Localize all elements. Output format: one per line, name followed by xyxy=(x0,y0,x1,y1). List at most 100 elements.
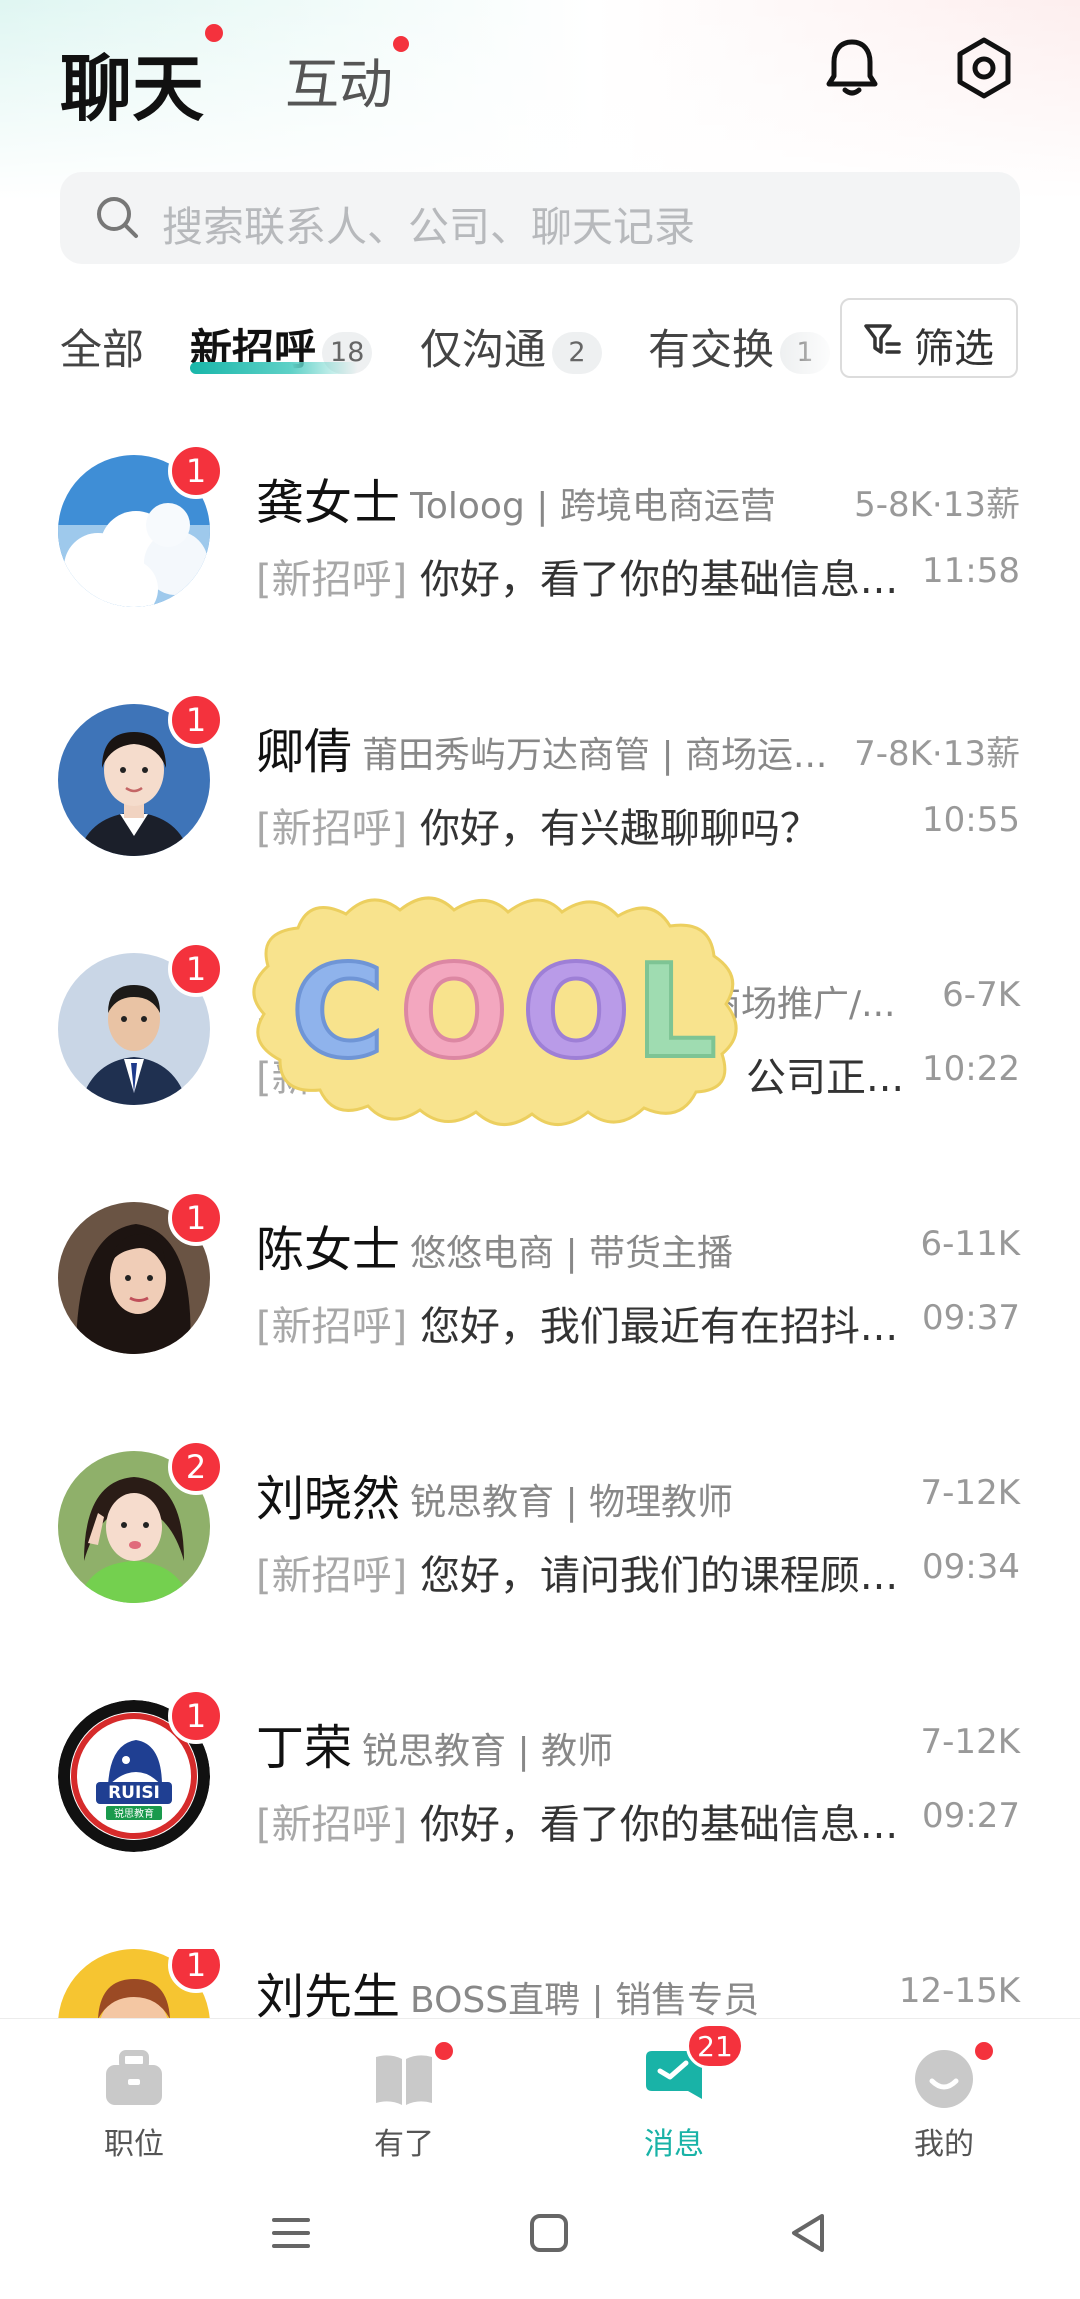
header: 聊天 互动 xyxy=(0,0,1080,150)
nav-dot xyxy=(432,2039,456,2063)
filter-tab-communicated[interactable]: 仅沟通 2 xyxy=(420,316,603,377)
filter-tab-label: 仅沟通 xyxy=(420,325,547,374)
message-tag: [新招呼] xyxy=(256,1553,408,1599)
filter-tab-count: 2 xyxy=(552,331,603,374)
message-time: 09:34 xyxy=(922,1547,1020,1587)
nav-unread-badge: 21 xyxy=(686,2023,744,2069)
search-icon xyxy=(94,194,142,242)
nav-profile[interactable]: 我的 xyxy=(844,2037,1044,2162)
company-title: 锐思教育 | 教师 xyxy=(362,1731,614,1772)
message-tag: [新招呼] xyxy=(256,557,408,603)
company-title: 莆田秀屿万达商管 | 商场运... xyxy=(362,735,828,776)
salary: 6-11K xyxy=(920,1224,1020,1264)
company-title: Toloog | 跨境电商运营 xyxy=(410,486,776,527)
message-text: 你好，看了你的基础信息... xyxy=(419,557,899,603)
profile-icon xyxy=(912,2047,976,2111)
settings-icon[interactable] xyxy=(948,32,1020,104)
last-message: [新招呼] 你好，看了你的基础信息... xyxy=(256,547,906,605)
chat-list-item[interactable]: 1 陈女士 悠悠电商 | 带货主播 6-11K [新招呼] 您好，我们最近有在招… xyxy=(0,1190,1080,1451)
nav-jobs[interactable]: 职位 xyxy=(34,2037,234,2162)
sticker-letter: O xyxy=(400,938,509,1087)
message-text: 您好，我们最近有在招抖... xyxy=(419,1304,899,1350)
bell-icon[interactable] xyxy=(816,32,888,104)
last-message: [新招呼] 你好，有兴趣聊聊吗？ xyxy=(256,796,906,854)
company-title: 悠悠电商 | 带货主播 xyxy=(410,1233,734,1274)
tab-chat[interactable]: 聊天 xyxy=(60,30,204,135)
filter-button-label: 筛选 xyxy=(914,326,994,372)
unread-badge: 1 xyxy=(168,1190,224,1246)
chat-list-item[interactable]: 1 刘先生 BOSS直聘 | 销售专员 12-15K xyxy=(0,1949,1080,2018)
filter-tab-label: 有交换 xyxy=(648,325,775,374)
message-tag: [新招呼] xyxy=(256,1304,408,1350)
message-text: 您好，请问我们的课程顾... xyxy=(419,1553,899,1599)
nav-label: 消息 xyxy=(644,2127,704,2162)
contact-name: 刘晓然 xyxy=(256,1471,401,1527)
cool-sticker: C O O L xyxy=(240,880,760,1140)
home-icon[interactable] xyxy=(526,2210,572,2256)
logo-subtext: 锐思教育 xyxy=(114,1807,154,1820)
company-title: 锐思教育 | 物理教师 xyxy=(410,1482,734,1523)
filter-button[interactable]: 筛选 xyxy=(840,298,1018,378)
message-text: 公司正... xyxy=(746,1055,905,1101)
last-message: [新招呼] 您好，我们最近有在招抖... xyxy=(256,1294,906,1352)
message-time: 10:55 xyxy=(922,800,1020,840)
filter-tab-label: 全部 xyxy=(60,325,145,374)
nav-messages[interactable]: 21 消息 xyxy=(574,2023,774,2162)
nav-label: 有了 xyxy=(374,2127,434,2162)
salary: 7-12K xyxy=(920,1722,1020,1762)
contact-name: 卿倩 xyxy=(256,724,353,780)
last-message: [新招呼] 你好，看了你的基础信息... xyxy=(256,1792,906,1850)
tab-chat-unread-dot xyxy=(205,24,223,42)
filter-icon xyxy=(862,320,902,360)
briefcase-icon xyxy=(102,2047,166,2111)
unread-badge: 1 xyxy=(168,1688,224,1744)
nav-youle[interactable]: 有了 xyxy=(304,2037,504,2162)
nav-label: 我的 xyxy=(914,2127,974,2162)
salary: 7-12K xyxy=(920,1473,1020,1513)
message-time: 11:58 xyxy=(922,551,1020,591)
contact-name: 刘先生 xyxy=(256,1969,401,2018)
tab-interact-unread-dot xyxy=(393,36,409,52)
message-time: 10:22 xyxy=(922,1049,1020,1089)
nav-dot xyxy=(972,2039,996,2063)
sticker-letter: O xyxy=(522,938,631,1087)
message-text: 你好，有兴趣聊聊吗？ xyxy=(419,806,820,852)
unread-badge: 1 xyxy=(168,443,224,499)
chat-list-item-inner: 1 刘先生 BOSS直聘 | 销售专员 12-15K xyxy=(0,1949,1080,2018)
system-nav-bar xyxy=(0,2168,1080,2299)
message-time: 09:37 xyxy=(922,1298,1020,1338)
book-icon xyxy=(372,2047,436,2111)
unread-badge: 2 xyxy=(168,1439,224,1495)
chat-list-item[interactable]: 2 刘晓然 锐思教育 | 物理教师 7-12K [新招呼] 您好，请问我们的课程… xyxy=(0,1439,1080,1700)
search-placeholder: 搜索联系人、公司、聊天记录 xyxy=(162,203,695,251)
company-title: BOSS直聘 | 销售专员 xyxy=(410,1980,760,2018)
chat-list-item[interactable]: RUISI 锐思教育 1 丁荣 锐思教育 | 教师 7-12K [新招呼] 你好… xyxy=(0,1688,1080,1949)
sticker-letter: L xyxy=(635,938,717,1087)
message-tag: [新招呼] xyxy=(256,1802,408,1848)
contact-name: 龚女士 xyxy=(256,475,401,531)
sticker-letter: C xyxy=(291,938,385,1087)
unread-badge: 1 xyxy=(168,692,224,748)
tabs-fade xyxy=(780,300,840,390)
logo-text: RUISI xyxy=(108,1783,160,1803)
salary: 6-7K xyxy=(942,975,1020,1015)
menu-icon[interactable] xyxy=(268,2210,314,2256)
salary: 7-8K·13薪 xyxy=(854,734,1020,774)
tab-interact[interactable]: 互动 xyxy=(285,40,393,119)
chat-list-item[interactable]: 1 龚女士 Toloog | 跨境电商运营 5-8K·13薪 [新招呼] 你好，… xyxy=(0,443,1080,704)
active-tab-indicator xyxy=(190,362,358,374)
message-text: 你好，看了你的基础信息... xyxy=(419,1802,899,1848)
back-icon[interactable] xyxy=(786,2210,832,2256)
last-message: [新招呼] 您好，请问我们的课程顾... xyxy=(256,1543,906,1601)
unread-badge: 1 xyxy=(168,941,224,997)
contact-name: 丁荣 xyxy=(256,1720,353,1776)
salary: 5-8K·13薪 xyxy=(854,485,1020,525)
search-input[interactable]: 搜索联系人、公司、聊天记录 xyxy=(60,172,1020,264)
bottom-nav: 职位 有了 21 消息 我的 xyxy=(0,2018,1080,2169)
filter-tab-all[interactable]: 全部 xyxy=(60,316,144,377)
salary: 12-15K xyxy=(898,1971,1020,2011)
nav-label: 职位 xyxy=(104,2127,164,2162)
contact-name: 陈女士 xyxy=(256,1222,401,1278)
message-tag: [新招呼] xyxy=(256,806,408,852)
message-time: 09:27 xyxy=(922,1796,1020,1836)
